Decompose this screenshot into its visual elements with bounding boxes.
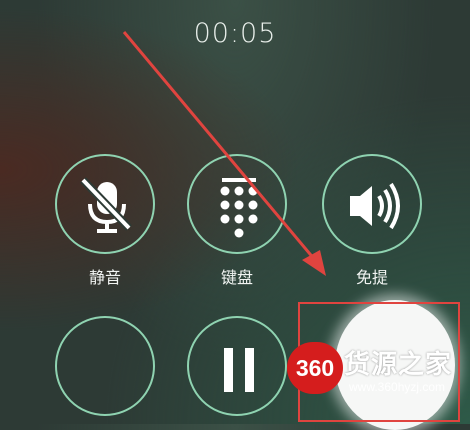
hold-button[interactable] (187, 316, 287, 416)
keypad-button[interactable] (187, 154, 287, 254)
watermark-url: www.360hyzj.com (349, 380, 446, 394)
speaker-icon (350, 182, 400, 230)
mute-button[interactable] (55, 154, 155, 254)
watermark: 360 货源之家 www.360hyzj.com (287, 340, 470, 400)
call-timer: 00:05 (193, 18, 277, 49)
watermark-logo-text: 360 (295, 355, 335, 381)
pause-icon (224, 348, 254, 392)
mute-label: 静音 (88, 268, 121, 287)
speaker-button[interactable] (322, 154, 422, 254)
watermark-title: 货源之家 (344, 349, 453, 379)
mic-muted-icon (80, 177, 132, 233)
keypad-label: 键盘 (220, 268, 253, 287)
watermark-logo: 360 (287, 342, 343, 394)
add-call-button[interactable] (55, 316, 155, 416)
speaker-label: 免提 (355, 268, 388, 287)
keypad-icon (220, 178, 258, 238)
